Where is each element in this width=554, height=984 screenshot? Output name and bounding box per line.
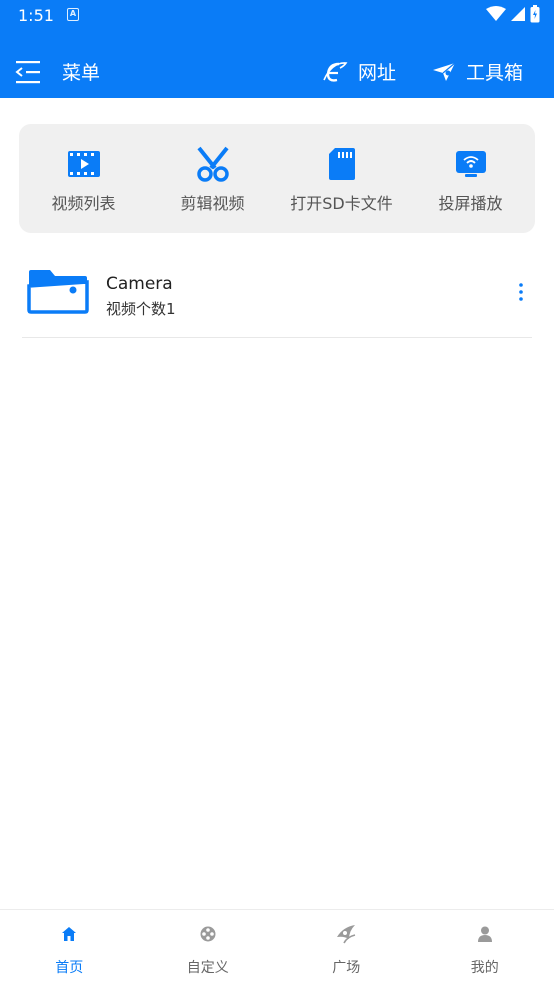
plaza-icon (337, 925, 356, 944)
folder-icon (27, 270, 89, 314)
menu-button[interactable]: 菜单 (14, 58, 100, 85)
notification-icon: A (67, 8, 79, 21)
nav-home[interactable]: 首页 (0, 910, 139, 984)
sd-card-icon (328, 148, 355, 180)
app-header: 1:51 A 菜单 网址 工具箱 (0, 0, 554, 98)
cast-button[interactable]: 投屏播放 (406, 124, 535, 233)
bottom-navigation: 首页 自定义 广场 我的 (0, 909, 554, 984)
video-list-label: 视频列表 (51, 194, 116, 213)
nav-plaza-label: 广场 (332, 960, 361, 976)
battery-icon (530, 5, 540, 23)
nav-profile[interactable]: 我的 (416, 910, 554, 984)
paper-plane-icon (433, 62, 456, 81)
nav-custom-label: 自定义 (186, 960, 229, 976)
menu-collapse-icon (15, 60, 40, 83)
toolbox-button[interactable]: 工具箱 (432, 58, 523, 85)
signal-icon (511, 7, 525, 21)
folder-name: Camera (106, 274, 173, 294)
open-sd-button[interactable]: 打开SD卡文件 (277, 124, 406, 233)
nav-custom[interactable]: 自定义 (139, 910, 278, 984)
edit-video-label: 剪辑视频 (180, 194, 245, 213)
film-reel-icon (200, 926, 216, 942)
nav-plaza[interactable]: 广场 (277, 910, 416, 984)
browser-icon (323, 61, 348, 82)
folder-video-count: 视频个数1 (106, 300, 176, 318)
home-icon (62, 927, 77, 941)
video-list-button[interactable]: 视频列表 (19, 124, 148, 233)
toolbox-label: 工具箱 (466, 62, 524, 84)
wifi-icon (486, 6, 506, 21)
quick-actions-card: 视频列表 剪辑视频 打开SD卡文件 投屏播放 (19, 124, 535, 233)
url-button[interactable]: 网址 (322, 58, 396, 85)
nav-profile-label: 我的 (470, 960, 499, 976)
more-options-icon[interactable] (516, 282, 526, 302)
video-list-icon (67, 151, 100, 177)
list-item[interactable]: Camera 视频个数1 (22, 260, 532, 338)
status-time: 1:51 (18, 6, 54, 25)
open-sd-label: 打开SD卡文件 (290, 194, 393, 213)
profile-icon (477, 926, 492, 942)
url-label: 网址 (358, 62, 397, 84)
edit-video-button[interactable]: 剪辑视频 (148, 124, 277, 233)
status-icons (486, 5, 540, 23)
cast-label: 投屏播放 (438, 194, 503, 213)
cast-screen-icon (455, 151, 486, 177)
nav-home-label: 首页 (55, 960, 84, 976)
scissors-icon (196, 146, 229, 182)
menu-label: 菜单 (62, 62, 101, 84)
